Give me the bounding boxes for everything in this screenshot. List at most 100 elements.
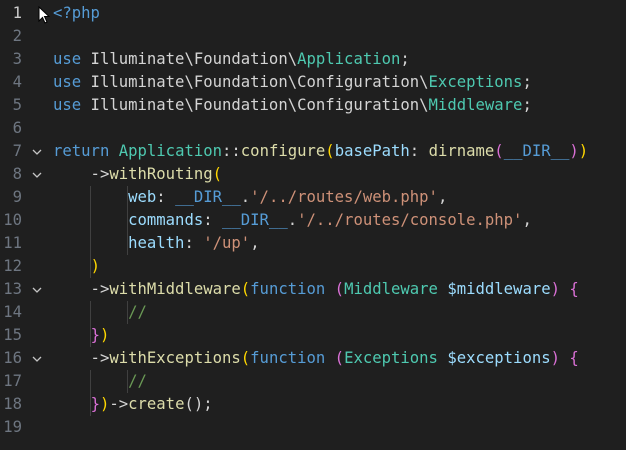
code-text: ) — [53, 255, 100, 278]
code-line[interactable]: 17 // — [0, 370, 626, 393]
code-token: ) — [550, 349, 561, 367]
code-token: function — [250, 280, 326, 298]
line-number: 19 — [3, 418, 22, 436]
code-token: Middleware — [344, 280, 438, 298]
code-token: } — [90, 395, 100, 413]
code-token: -> — [53, 165, 110, 183]
code-token: __DIR__ — [175, 188, 241, 206]
code-token: Application — [118, 142, 223, 160]
code-token: <?php — [53, 4, 100, 22]
code-token: ( — [334, 280, 345, 298]
mouse-pointer-icon — [38, 5, 51, 28]
code-text: ->withMiddleware(function (Middleware $m… — [53, 278, 579, 301]
line-number: 13 — [3, 280, 22, 298]
code-token: withExceptions — [109, 349, 241, 367]
code-line[interactable]: 8 ->withRouting( — [0, 163, 626, 186]
chevron-down-icon[interactable] — [31, 278, 43, 301]
code-token: : — [203, 211, 222, 229]
code-text: commands: __DIR__.'/../routes/console.ph… — [53, 209, 532, 232]
code-line[interactable]: 10 commands: __DIR__.'/../routes/console… — [0, 209, 626, 232]
line-number: 12 — [3, 257, 22, 275]
line-number: 17 — [3, 372, 22, 390]
code-token: '/../routes/web.php' — [250, 188, 438, 206]
code-token: // — [128, 303, 147, 321]
code-line[interactable]: 3 use Illuminate\Foundation\Application; — [0, 48, 626, 71]
code-token: : — [156, 188, 176, 206]
code-token: Illuminate\Foundation\Configuration\ — [81, 73, 429, 91]
line-number: 1 — [12, 4, 22, 22]
code-token: __DIR__ — [503, 142, 570, 160]
code-token: -> — [53, 349, 110, 367]
code-text: return Application::configure(basePath: … — [53, 140, 588, 163]
code-line[interactable]: 15 }) — [0, 324, 626, 347]
code-line[interactable]: 19 — [0, 416, 626, 439]
code-token: __DIR__ — [222, 211, 288, 229]
code-token: ( — [240, 349, 251, 367]
code-token: -> — [109, 395, 129, 413]
line-number: 7 — [12, 142, 22, 160]
code-line[interactable]: 14 // — [0, 301, 626, 324]
code-token: Application — [297, 50, 401, 68]
code-text: <?php — [53, 2, 100, 25]
code-text: // — [53, 370, 147, 393]
chevron-down-icon[interactable] — [31, 140, 43, 163]
line-number: 3 — [12, 50, 22, 68]
code-token: configure — [240, 142, 326, 160]
code-token: ( — [212, 165, 223, 183]
code-token: commands — [128, 211, 204, 229]
code-token: , — [522, 211, 532, 229]
code-editor[interactable]: 1 <?php 2 3 use Illuminate\Foundation\Applic… — [0, 0, 626, 450]
code-token: ( — [494, 142, 504, 160]
code-token: ; — [522, 73, 532, 91]
line-number: 9 — [12, 188, 22, 206]
code-token: dirname — [428, 142, 495, 160]
code-line[interactable]: 2 — [0, 25, 626, 48]
code-text: use Illuminate\Foundation\Configuration\… — [53, 94, 532, 117]
code-line[interactable]: 12 ) — [0, 255, 626, 278]
code-token: '/up' — [203, 234, 251, 252]
code-token: ) — [569, 142, 579, 160]
code-text: // — [53, 301, 147, 324]
code-line[interactable]: 9 web: __DIR__.'/../routes/web.php', — [0, 186, 626, 209]
code-token: ( — [240, 280, 251, 298]
chevron-down-icon[interactable] — [31, 347, 43, 370]
code-token: ( — [325, 142, 335, 160]
code-token: (); — [184, 395, 213, 413]
code-token: { — [569, 280, 579, 298]
code-text: }) — [53, 324, 110, 347]
code-text: web: __DIR__.'/../routes/web.php', — [53, 186, 447, 209]
code-token: , — [437, 188, 448, 206]
chevron-down-icon[interactable] — [31, 163, 43, 186]
code-token: Illuminate\Foundation\ — [81, 50, 298, 68]
code-text: health: '/up', — [53, 232, 260, 255]
code-token: Exceptions — [344, 349, 438, 367]
code-token: '/../routes/console.php' — [297, 211, 523, 229]
code-line[interactable]: 18 })->create(); — [0, 393, 626, 416]
code-token: Illuminate\Foundation\Configuration\ — [81, 96, 429, 114]
code-token: $middleware — [447, 280, 551, 298]
code-token: , — [250, 234, 260, 252]
code-line[interactable]: 5 use Illuminate\Foundation\Configuration… — [0, 94, 626, 117]
code-token: : — [409, 142, 429, 160]
code-line[interactable]: 7 return Application::configure(basePath:… — [0, 140, 626, 163]
code-line[interactable]: 6 — [0, 117, 626, 140]
code-token: basePath — [334, 142, 410, 160]
code-line[interactable]: 4 use Illuminate\Foundation\Configuration… — [0, 71, 626, 94]
code-token: Exceptions — [428, 73, 523, 91]
code-token: web — [128, 188, 157, 206]
code-token: withRouting — [109, 165, 213, 183]
code-line[interactable]: 11 health: '/up', — [0, 232, 626, 255]
code-line[interactable]: 1 <?php — [0, 2, 626, 25]
code-line[interactable]: 13 ->withMiddleware(function (Middleware… — [0, 278, 626, 301]
code-line[interactable]: 16 ->withExceptions(function (Exceptions… — [0, 347, 626, 370]
